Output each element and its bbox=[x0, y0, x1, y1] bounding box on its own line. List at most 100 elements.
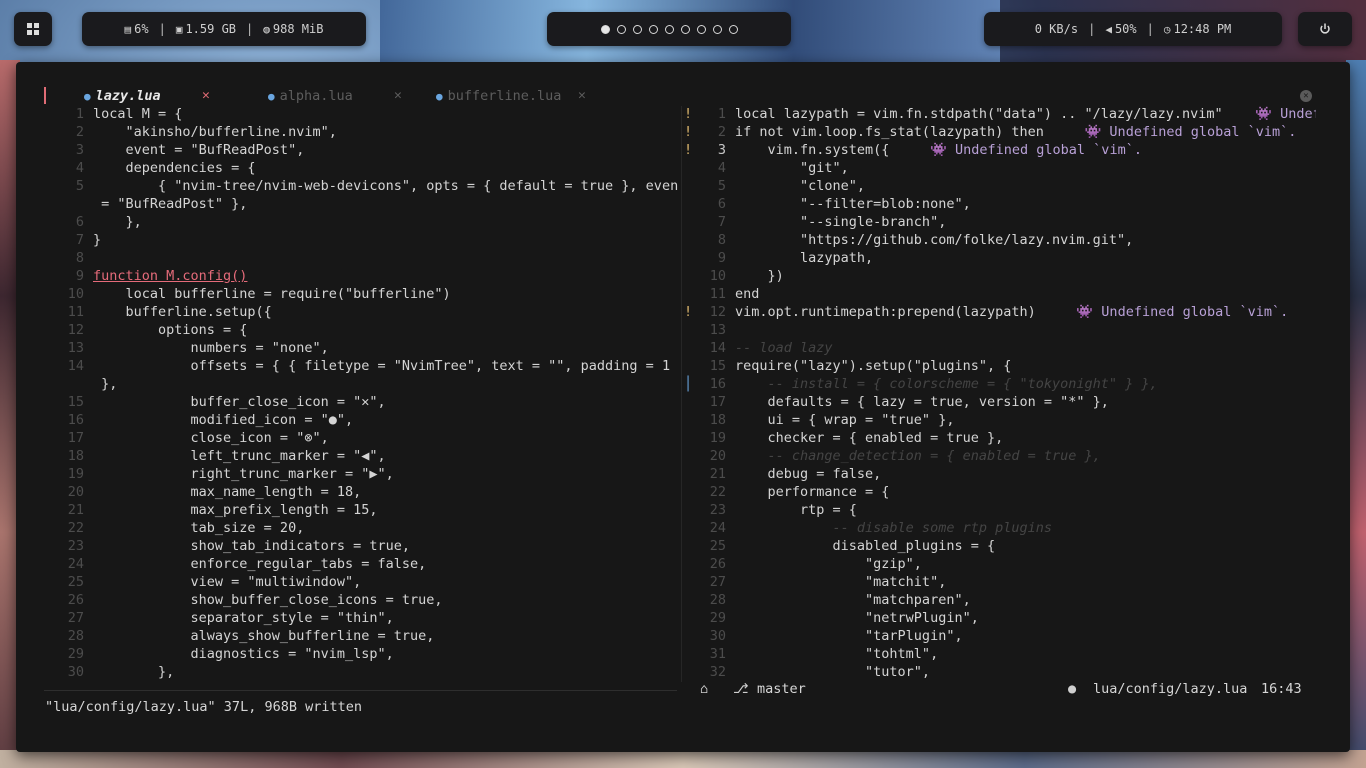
line-number: 12 bbox=[709, 304, 726, 320]
code-text: view = "multiwindow", bbox=[93, 574, 362, 590]
code-text: performance = { bbox=[735, 484, 890, 500]
disk-icon: ◍ bbox=[263, 23, 270, 36]
clock[interactable]: ◷ 12:48 PM bbox=[1164, 22, 1231, 36]
line-number: 28 bbox=[67, 628, 84, 644]
window-close-icon[interactable]: ✕ bbox=[1300, 90, 1312, 102]
tab-close-icon[interactable]: ✕ bbox=[394, 88, 402, 103]
app-launcher-button[interactable] bbox=[14, 12, 52, 46]
code-text: if not vim.loop.fs_stat(lazypath) then bbox=[735, 124, 1044, 140]
clock-time: 12:48 PM bbox=[1173, 22, 1232, 36]
memory-icon: ▣ bbox=[175, 23, 183, 36]
code-line: 4 dependencies = { bbox=[62, 159, 679, 177]
sign-column: │ bbox=[684, 376, 693, 392]
code-line: 9 function M.config() bbox=[62, 267, 679, 285]
code-line: 14 -- load lazy bbox=[684, 339, 1316, 357]
cpu-usage: 6% bbox=[134, 22, 149, 36]
code-line: 17 close_icon = "⊗", bbox=[62, 429, 679, 447]
code-comment: -- install = { colorscheme = { "tokyonig… bbox=[735, 376, 1158, 392]
current-file: lua/config/lazy.lua bbox=[1093, 681, 1248, 697]
volume-control[interactable]: ◀ 50% bbox=[1105, 22, 1136, 36]
tab-close-icon[interactable]: ✕ bbox=[202, 88, 210, 103]
memory-usage: 1.59 GB bbox=[185, 22, 237, 36]
line-number: 8 bbox=[717, 232, 726, 248]
wallpaper-bottom bbox=[0, 750, 1366, 768]
code-line: 7} bbox=[62, 231, 679, 249]
line-number: 10 bbox=[67, 286, 84, 302]
statusline-time: 16:43 bbox=[1261, 681, 1302, 697]
line-number: 31 bbox=[709, 646, 726, 662]
code-text: "matchit", bbox=[735, 574, 947, 590]
workspace-dot-1[interactable] bbox=[600, 24, 610, 34]
code-line: ! 1 local lazypath = vim.fn.stdpath("data"… bbox=[684, 105, 1316, 123]
line-number: 7 bbox=[717, 214, 726, 230]
line-number: 17 bbox=[67, 430, 84, 446]
code-text: = "BufReadPost" }, bbox=[93, 196, 248, 212]
code-line: 21 debug = false, bbox=[684, 465, 1316, 483]
clock-icon: ◷ bbox=[1163, 23, 1171, 36]
workspace-dot-6[interactable] bbox=[680, 24, 690, 34]
code-text: end bbox=[735, 286, 760, 302]
line-number: 24 bbox=[67, 556, 84, 572]
line-number: 29 bbox=[709, 610, 726, 626]
line-number: 24 bbox=[709, 520, 726, 536]
code-line: 10 local bufferline = require("bufferlin… bbox=[62, 285, 679, 303]
power-button[interactable] bbox=[1298, 12, 1352, 46]
line-number: 12 bbox=[67, 322, 84, 338]
code-line: 13 bbox=[684, 321, 1316, 339]
line-number: 20 bbox=[67, 484, 84, 500]
right-editor-pane[interactable]: ! 1 local lazypath = vim.fn.stdpath("data"… bbox=[684, 105, 1316, 681]
tab-close-icon[interactable]: ✕ bbox=[578, 88, 586, 103]
code-text: "https://github.com/folke/lazy.nvim.git"… bbox=[735, 232, 1134, 248]
code-text: event = "BufReadPost", bbox=[93, 142, 305, 158]
tab-alpha-lua[interactable]: ● alpha.lua ✕ bbox=[268, 88, 402, 104]
line-number: 26 bbox=[67, 592, 84, 608]
code-line: 28 always_show_bufferline = true, bbox=[62, 627, 679, 645]
line-number: 4 bbox=[75, 160, 84, 176]
code-text: tab_size = 20, bbox=[93, 520, 305, 536]
workspace-dot-7[interactable] bbox=[696, 24, 706, 34]
code-text: show_tab_indicators = true, bbox=[93, 538, 410, 554]
line-number: 25 bbox=[67, 574, 84, 590]
code-text: rtp = { bbox=[735, 502, 857, 518]
line-number: 1 bbox=[75, 106, 84, 122]
workspace-switcher bbox=[547, 12, 791, 46]
tab-label: lazy.lua bbox=[95, 88, 161, 104]
workspace-dot-2[interactable] bbox=[616, 24, 626, 34]
code-line: 18 left_trunc_marker = "◀", bbox=[62, 447, 679, 465]
workspace-dot-9[interactable] bbox=[728, 24, 738, 34]
code-line: 11 end bbox=[684, 285, 1316, 303]
code-line: 19 right_trunc_marker = "▶", bbox=[62, 465, 679, 483]
code-line: 24 enforce_regular_tabs = false, bbox=[62, 555, 679, 573]
workspace-dot-4[interactable] bbox=[648, 24, 658, 34]
code-line: 30 }, bbox=[62, 663, 679, 681]
code-line: }, bbox=[62, 375, 679, 393]
code-text: bufferline.setup({ bbox=[93, 304, 272, 320]
tab-bufferline-lua[interactable]: ● bufferline.lua ✕ bbox=[436, 88, 586, 104]
workspace-dot-5[interactable] bbox=[664, 24, 674, 34]
sign-column: ! bbox=[684, 304, 693, 320]
workspace-dot-3[interactable] bbox=[632, 24, 642, 34]
code-line: 19 checker = { enabled = true }, bbox=[684, 429, 1316, 447]
code-text: "netrwPlugin", bbox=[735, 610, 979, 626]
line-number: 28 bbox=[709, 592, 726, 608]
command-line[interactable]: "lua/config/lazy.lua" 37L, 968B written bbox=[45, 699, 362, 715]
line-number: 23 bbox=[709, 502, 726, 518]
left-editor-pane[interactable]: 1 local M = {2 "akinsho/bufferline.nvim",… bbox=[62, 105, 679, 681]
code-text: local lazypath = vim.fn.stdpath("data") … bbox=[735, 106, 1223, 122]
code-line: 5 "clone", bbox=[684, 177, 1316, 195]
code-line: 10 }) bbox=[684, 267, 1316, 285]
tab-lazy-lua[interactable]: ● lazy.lua ✕ bbox=[84, 88, 210, 104]
code-text: }, bbox=[93, 376, 118, 392]
code-line: 4 "git", bbox=[684, 159, 1316, 177]
code-text: always_show_bufferline = true, bbox=[93, 628, 435, 644]
code-text: diagnostics = "nvim_lsp", bbox=[93, 646, 394, 662]
workspace-dot-8[interactable] bbox=[712, 24, 722, 34]
grid-icon bbox=[27, 23, 39, 35]
code-comment: -- load lazy bbox=[735, 340, 833, 356]
code-text: dependencies = { bbox=[93, 160, 256, 176]
code-text: local bufferline = require("bufferline") bbox=[93, 286, 451, 302]
line-number: 15 bbox=[67, 394, 84, 410]
code-text: }, bbox=[93, 664, 175, 680]
code-line: 15 buffer_close_icon = "✕", bbox=[62, 393, 679, 411]
git-branch-icon: ⎇ bbox=[733, 681, 749, 697]
